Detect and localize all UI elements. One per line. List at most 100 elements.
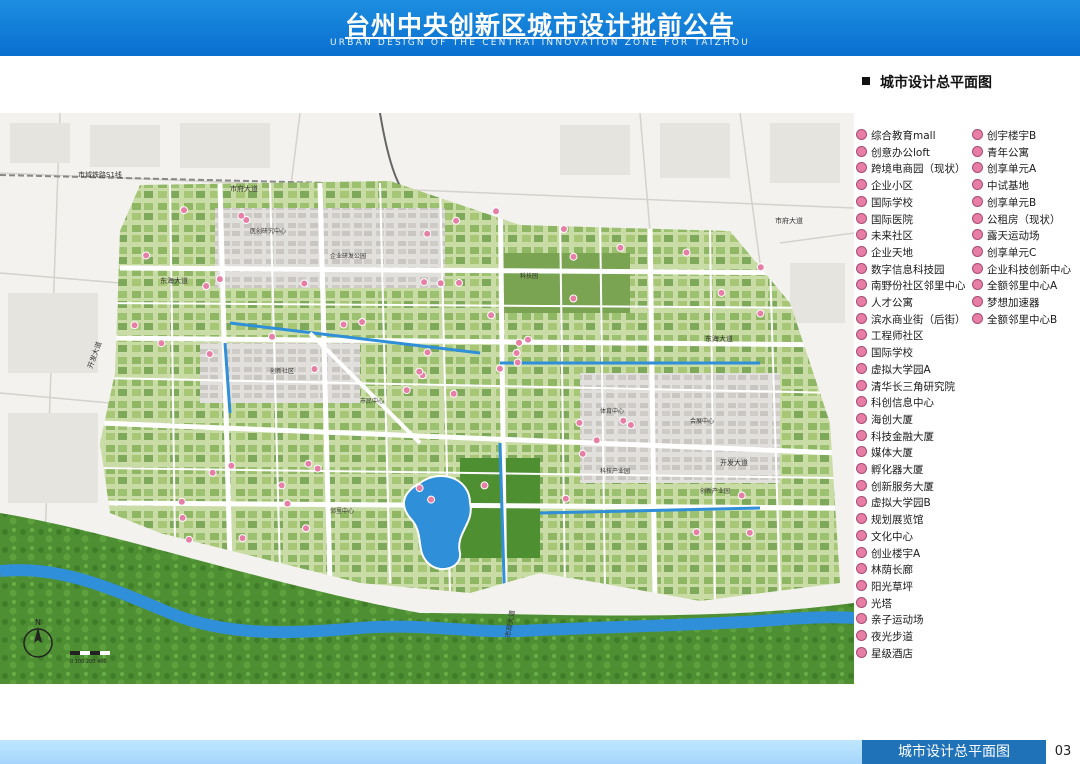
legend-marker-icon	[972, 129, 983, 140]
map-annotation: 医创研究中心	[250, 227, 286, 235]
legend-item: 南野份社区邻里中心	[856, 278, 966, 294]
poi-marker-icon[interactable]	[215, 275, 224, 284]
poi-marker-icon[interactable]	[616, 243, 625, 252]
legend-marker-icon	[856, 529, 867, 541]
poi-marker-icon[interactable]	[202, 282, 211, 290]
poi-marker-icon[interactable]	[513, 358, 522, 367]
poi-marker-icon[interactable]	[745, 528, 754, 537]
poi-marker-icon[interactable]	[268, 332, 276, 341]
poi-marker-icon[interactable]	[185, 535, 193, 544]
poi-marker-icon[interactable]	[480, 481, 489, 490]
poi-marker-icon[interactable]	[177, 497, 186, 506]
poi-marker-icon[interactable]	[756, 263, 765, 272]
legend-marker-icon	[856, 479, 867, 491]
poi-marker-icon[interactable]	[569, 294, 578, 303]
poi-marker-icon[interactable]	[487, 311, 496, 320]
legend-marker-icon	[856, 513, 867, 525]
poi-marker-icon[interactable]	[402, 386, 411, 395]
poi-marker-icon[interactable]	[142, 251, 151, 260]
poi-marker-icon[interactable]	[302, 524, 310, 533]
poi-marker-icon[interactable]	[692, 528, 701, 537]
legend-item: 清华长三角研究院	[856, 379, 955, 395]
legend-marker-icon	[856, 429, 867, 441]
legend-label: 企业天地	[871, 246, 913, 259]
legend-marker-icon	[856, 630, 867, 641]
poi-marker-icon[interactable]	[415, 367, 424, 376]
map-annotation: 创新社区	[270, 367, 294, 375]
legend-label: 阳光草坪	[871, 580, 913, 593]
poi-marker-icon[interactable]	[178, 513, 187, 522]
poi-marker-icon[interactable]	[237, 211, 246, 220]
poi-marker-icon[interactable]	[130, 321, 139, 330]
poi-marker-icon[interactable]	[569, 252, 578, 261]
poi-marker-icon[interactable]	[626, 421, 635, 429]
legend-label: 南野份社区邻里中心	[871, 280, 966, 293]
legend-label: 规划展览馆	[871, 514, 924, 527]
poi-marker-icon[interactable]	[208, 468, 217, 477]
header-bar: 台州中央创新区城市设计批前公告 URBAN DESIGN OF THE CENT…	[0, 0, 1080, 56]
legend-marker-icon	[856, 546, 867, 558]
poi-marker-icon[interactable]	[423, 229, 432, 238]
poi-marker-icon[interactable]	[310, 365, 319, 373]
legend-item: 虚拟大学园B	[856, 495, 931, 511]
legend-label: 科创信息中心	[871, 397, 934, 410]
poi-marker-icon[interactable]	[227, 461, 236, 470]
poi-marker-icon[interactable]	[415, 484, 424, 493]
poi-marker-icon[interactable]	[339, 320, 348, 329]
poi-marker-icon[interactable]	[300, 279, 309, 288]
legend-label: 公租房（现状）	[987, 213, 1061, 226]
legend-item: 企业科技创新中心	[972, 262, 1071, 278]
legend-label: 人才公寓	[871, 297, 913, 309]
poi-marker-icon[interactable]	[427, 495, 436, 504]
poi-marker-icon[interactable]	[449, 389, 458, 398]
legend-marker-icon	[856, 646, 867, 658]
legend-item: 海创大厦	[856, 412, 913, 428]
poi-marker-icon[interactable]	[524, 335, 532, 344]
poi-marker-icon[interactable]	[313, 464, 322, 473]
poi-marker-icon[interactable]	[436, 279, 445, 288]
poi-marker-icon[interactable]	[512, 349, 521, 357]
poi-marker-icon[interactable]	[358, 318, 367, 326]
legend-item: 国际医院	[856, 212, 913, 228]
poi-marker-icon[interactable]	[561, 494, 570, 503]
legend-marker-icon	[856, 496, 867, 508]
legend-marker-icon	[856, 412, 867, 424]
poi-marker-icon[interactable]	[756, 309, 765, 318]
legend-item: 跨境电商园（现状）	[856, 161, 966, 177]
poi-marker-icon[interactable]	[423, 348, 432, 357]
legend-marker-icon	[856, 379, 867, 391]
poi-marker-icon[interactable]	[420, 278, 429, 287]
legend-item: 科创信息中心	[856, 395, 934, 411]
poi-marker-icon[interactable]	[559, 225, 568, 233]
legend-label: 虚拟大学园B	[871, 497, 931, 510]
legend-item: 创业楼宇A	[856, 546, 920, 562]
master-plan-map[interactable]: 市域铁路S1线 市府大道 东海大道 开发大道 东海大道 开发大道 市府大道 市政大道 医创研究…	[0, 113, 854, 684]
poi-marker-icon[interactable]	[452, 216, 461, 225]
poi-marker-icon[interactable]	[283, 499, 292, 508]
poi-marker-icon[interactable]	[682, 248, 691, 257]
legend-marker-icon	[856, 563, 867, 575]
legend-marker-icon	[972, 262, 983, 274]
poi-marker-icon[interactable]	[619, 416, 628, 425]
poi-marker-icon[interactable]	[575, 418, 584, 427]
poi-marker-icon[interactable]	[737, 491, 746, 500]
poi-marker-icon[interactable]	[277, 481, 286, 490]
poi-marker-icon[interactable]	[304, 459, 313, 468]
poi-marker-icon[interactable]	[157, 339, 166, 348]
poi-marker-icon[interactable]	[205, 350, 214, 358]
master-plan-svg: 市域铁路S1线市府大道东海大道开发大道东海大道开发大道市府大道市政大道 医创研究…	[0, 113, 854, 684]
legend-item: 国际学校	[856, 195, 913, 211]
map-annotation: 市民中心	[360, 397, 384, 405]
poi-marker-icon[interactable]	[592, 436, 601, 445]
legend-item: 全额邻里中心B	[972, 312, 1057, 328]
poi-marker-icon[interactable]	[578, 449, 587, 458]
poi-marker-icon[interactable]	[495, 364, 504, 373]
poi-marker-icon[interactable]	[180, 206, 188, 215]
poi-marker-icon[interactable]	[455, 278, 463, 287]
poi-marker-icon[interactable]	[492, 207, 500, 216]
poi-marker-icon[interactable]	[238, 534, 247, 543]
legend-marker-icon	[972, 312, 983, 324]
legend-marker-icon	[856, 463, 867, 474]
poi-marker-icon[interactable]	[515, 338, 523, 347]
poi-marker-icon[interactable]	[717, 288, 726, 297]
